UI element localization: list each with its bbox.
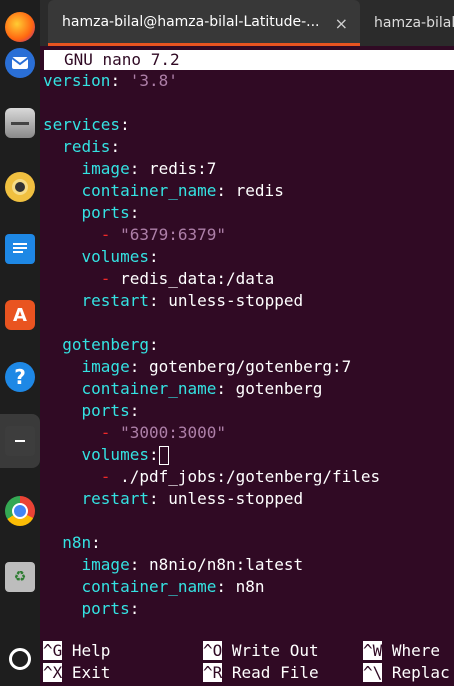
yaml-value: '3.8' (129, 71, 178, 90)
dock: A ? ♻ (0, 0, 40, 686)
list-dash: - (100, 225, 111, 244)
yaml-key: version (43, 71, 111, 90)
shortcut-replace[interactable]: ^\ Replac (363, 662, 450, 684)
terminal-area[interactable]: GNU nano 7.2 version: '3.8' services: re… (40, 46, 454, 686)
shortcut-write-out[interactable]: ^O Write Out (203, 640, 319, 662)
yaml-value: redis:7 (148, 159, 217, 178)
nano-shortcut-bar: ^G Help ^O Write Out ^W Where ^X Exit ^R… (43, 640, 454, 684)
service-name: redis (62, 137, 111, 156)
dock-item-files[interactable] (0, 96, 40, 150)
dock-item-trash[interactable]: ♻ (0, 550, 40, 604)
dock-item-writer[interactable] (0, 222, 40, 276)
yaml-key: restart (81, 489, 149, 508)
list-dash: - (100, 269, 111, 288)
rhythmbox-icon (5, 172, 35, 202)
list-dash: - (100, 423, 111, 442)
yaml-key: volumes (81, 247, 149, 266)
list-dash: - (100, 467, 111, 486)
yaml-value: ./pdf_jobs:/gotenberg/files (120, 467, 381, 486)
shortcut-label: Read File (222, 663, 319, 682)
yaml-value: unless-stopped (168, 291, 304, 310)
editor-buffer[interactable]: version: '3.8' services: redis: image: r… (43, 70, 380, 620)
files-icon (5, 108, 35, 138)
dock-item-show-apps[interactable] (0, 632, 40, 686)
tab-title: hamza-bilal@hamza-bilal-Latitude-... (62, 13, 320, 30)
yaml-key: image (81, 159, 130, 178)
yaml-key: ports (81, 401, 130, 420)
shortcut-key: ^\ (363, 663, 383, 682)
dock-item-thunderbird[interactable] (0, 36, 40, 90)
shortcut-key: ^X (43, 663, 63, 682)
shortcut-key: ^R (203, 663, 223, 682)
shortcut-label: Exit (62, 663, 111, 682)
yaml-key: services (43, 115, 121, 134)
yaml-value: n8n (235, 577, 265, 596)
trash-icon: ♻ (5, 562, 35, 592)
yaml-value: redis_data:/data (120, 269, 275, 288)
tab-terminal-active[interactable]: hamza-bilal@hamza-bilal-Latitude-... × (48, 0, 360, 46)
shortcut-key: ^G (43, 641, 63, 660)
yaml-value: redis (235, 181, 284, 200)
service-name: gotenberg (62, 335, 149, 354)
yaml-key: container_name (81, 577, 217, 596)
dock-item-rhythmbox[interactable] (0, 160, 40, 214)
shortcut-where-is[interactable]: ^W Where (363, 640, 440, 662)
yaml-key: restart (81, 291, 149, 310)
yaml-key: image (81, 555, 130, 574)
yaml-key: ports (81, 599, 130, 618)
nano-title-bar: GNU nano 7.2 (44, 50, 454, 70)
text-cursor (158, 446, 169, 465)
shortcut-key: ^O (203, 641, 223, 660)
yaml-key: container_name (81, 379, 217, 398)
nano-version: GNU nano 7.2 (64, 50, 180, 69)
tab-terminal-inactive[interactable]: hamza-bilal@ (374, 0, 454, 46)
terminal-tab-bar: hamza-bilal@hamza-bilal-Latitude-... × h… (40, 0, 454, 46)
dock-item-terminal[interactable] (0, 414, 40, 468)
tab-title: hamza-bilal@ (374, 15, 454, 31)
yaml-value: n8nio/n8n:latest (148, 555, 304, 574)
yaml-value: gotenberg/gotenberg:7 (148, 357, 352, 376)
shortcut-label: Replac (382, 663, 450, 682)
shortcut-label: Write Out (222, 641, 319, 660)
shortcut-read-file[interactable]: ^R Read File (203, 662, 319, 684)
yaml-value: unless-stopped (168, 489, 304, 508)
shortcut-exit[interactable]: ^X Exit (43, 662, 110, 684)
shortcut-key: ^W (363, 641, 383, 660)
yaml-key: container_name (81, 181, 217, 200)
dock-item-chrome[interactable] (0, 484, 40, 538)
help-icon: ? (5, 362, 35, 392)
shortcut-label: Where (382, 641, 441, 660)
yaml-value: "3000:3000" (120, 423, 227, 442)
writer-icon (5, 234, 35, 264)
dock-item-app-center[interactable]: A (0, 288, 40, 342)
yaml-key: ports (81, 203, 130, 222)
ubuntu-icon (5, 644, 35, 674)
yaml-value: "6379:6379" (120, 225, 227, 244)
thunderbird-icon (5, 48, 35, 78)
terminal-icon (5, 426, 35, 456)
dock-item-help[interactable]: ? (0, 350, 40, 404)
colon: : (110, 71, 130, 90)
yaml-key: image (81, 357, 130, 376)
close-icon[interactable]: × (335, 14, 348, 33)
shortcut-help[interactable]: ^G Help (43, 640, 110, 662)
service-name: n8n (62, 533, 92, 552)
yaml-key: volumes (81, 445, 149, 464)
yaml-value: gotenberg (235, 379, 323, 398)
shortcut-label: Help (62, 641, 111, 660)
chrome-icon (5, 496, 35, 526)
app-center-icon: A (5, 300, 35, 330)
